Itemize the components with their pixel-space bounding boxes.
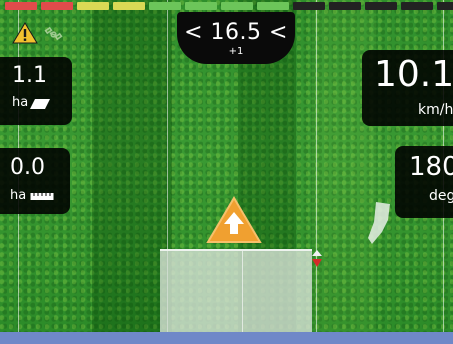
guidance-line [316,0,317,332]
area-parallelogram-icon [30,99,50,109]
implement-overlay [160,249,312,335]
field-boundary-marker [368,202,390,244]
lightbar-segment [365,2,397,10]
heading-value: 180 [409,152,453,182]
lightbar [5,2,453,10]
swath-number: +1 [228,46,244,57]
lightbar-segment [5,2,37,10]
lightbar-segment [257,2,289,10]
lightbar-segment [401,2,433,10]
speed-unit: km/h [418,102,453,118]
lightbar-segment [77,2,109,10]
lightbar-segment [293,2,325,10]
guidance-map[interactable]: < 16.5 < +1 1.1 ha 0.0 ha 10.1 km/h 180 … [0,0,453,344]
speed-panel[interactable]: 10.1 km/h [362,50,453,126]
ruler-icon [30,193,54,200]
distance-panel[interactable]: 0.0 ha [0,148,70,214]
lightbar-segment [329,2,361,10]
warning-triangle-icon[interactable] [12,22,38,44]
area-unit: ha [12,95,29,110]
heading-unit: deg [429,188,453,204]
lightbar-segment [437,2,453,10]
lightbar-segment [149,2,181,10]
speed-value: 10.1 [374,54,453,95]
satellite-icon[interactable] [44,25,64,43]
implement-section-divider [242,251,243,335]
lightbar-segment [41,2,73,10]
distance-value: 0.0 [10,155,45,180]
bottom-bar [0,332,453,344]
distance-unit: ha [10,188,27,203]
area-panel[interactable]: 1.1 ha [0,57,72,125]
crosstrack-indicator: < 16.5 < +1 [177,12,295,64]
lightbar-segment [221,2,253,10]
lightbar-segment [185,2,217,10]
lightbar-segment [113,2,145,10]
edge-markers-icon [312,250,322,267]
crosstrack-value: < 16.5 < [184,20,288,45]
area-value: 1.1 [12,63,47,88]
vehicle-position-icon [206,196,262,243]
heading-panel[interactable]: 180 deg [395,146,453,218]
